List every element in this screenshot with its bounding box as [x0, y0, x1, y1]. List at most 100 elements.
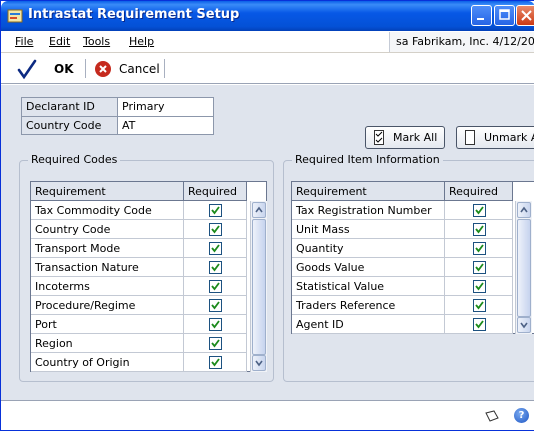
menu-edit[interactable]: Edit	[49, 35, 70, 48]
required-checkbox[interactable]	[209, 242, 222, 255]
declarant-id-label: Declarant ID	[22, 98, 118, 116]
required-checkbox[interactable]	[209, 299, 222, 312]
table-row[interactable]: Tax Registration Number	[292, 201, 513, 220]
required-checkbox[interactable]	[209, 356, 222, 369]
close-button[interactable]	[516, 5, 534, 26]
required-cell	[184, 239, 247, 257]
table-row[interactable]: Port	[31, 315, 247, 334]
table-row[interactable]: Transaction Nature	[31, 258, 247, 277]
col-header-requirement[interactable]: Requirement	[292, 182, 445, 200]
required-codes-grid[interactable]: Requirement Required Tax Commodity Code C…	[30, 181, 267, 372]
required-cell	[184, 353, 247, 371]
country-code-label: Country Code	[22, 117, 118, 134]
country-code-value: AT	[118, 117, 213, 134]
window-title: Intrastat Requirement Setup	[28, 7, 240, 22]
menu-help[interactable]: Help	[129, 35, 154, 48]
required-checkbox[interactable]	[209, 280, 222, 293]
table-row[interactable]: Region	[31, 334, 247, 353]
cancel-button[interactable]: Cancel	[95, 58, 161, 80]
required-cell	[445, 296, 513, 314]
required-checkbox[interactable]	[209, 204, 222, 217]
scroll-down-button[interactable]	[252, 355, 266, 371]
required-codes-title: Required Codes	[28, 153, 121, 166]
table-row[interactable]: Incoterms	[31, 277, 247, 296]
required-checkbox[interactable]	[209, 318, 222, 331]
menu-file[interactable]: File	[15, 35, 33, 48]
required-cell	[445, 277, 513, 295]
requirement-name: Country of Origin	[31, 353, 184, 371]
required-items-title: Required Item Information	[292, 153, 443, 166]
requirement-name: Unit Mass	[292, 220, 445, 238]
table-row[interactable]: Goods Value	[292, 258, 513, 277]
required-cell	[184, 258, 247, 276]
col-header-required[interactable]: Required	[184, 182, 247, 200]
table-row[interactable]: Transport Mode	[31, 239, 247, 258]
required-checkbox[interactable]	[473, 261, 486, 274]
user-company-date: sa Fabrikam, Inc. 4/12/2017	[389, 32, 534, 52]
required-checkbox[interactable]	[473, 299, 486, 312]
table-row[interactable]: Traders Reference	[292, 296, 513, 315]
table-row[interactable]: Country of Origin	[31, 353, 247, 372]
scroll-thumb[interactable]	[517, 219, 531, 317]
requirement-name: Transaction Nature	[31, 258, 184, 276]
requirement-name: Incoterms	[31, 277, 184, 295]
requirement-name: Port	[31, 315, 184, 333]
col-header-requirement[interactable]: Requirement	[31, 182, 184, 200]
required-items-grid[interactable]: Requirement Required Tax Registration Nu…	[291, 181, 534, 334]
required-checkbox[interactable]	[209, 261, 222, 274]
required-checkbox[interactable]	[473, 318, 486, 331]
requirement-name: Agent ID	[292, 315, 445, 333]
mark-all-label: Mark All	[393, 131, 438, 144]
required-checkbox[interactable]	[473, 242, 486, 255]
vertical-scrollbar[interactable]	[250, 201, 267, 372]
chevron-up-icon	[520, 206, 528, 213]
col-header-required[interactable]: Required	[445, 182, 513, 200]
table-row[interactable]: Agent ID	[292, 315, 513, 334]
table-row[interactable]: Procedure/Regime	[31, 296, 247, 315]
scroll-up-button[interactable]	[252, 202, 266, 218]
required-checkbox[interactable]	[473, 280, 486, 293]
scroll-up-button[interactable]	[517, 202, 531, 218]
required-checkbox[interactable]	[473, 223, 486, 236]
note-icon[interactable]	[485, 410, 499, 422]
vertical-scrollbar[interactable]	[515, 201, 532, 334]
required-cell	[445, 315, 513, 333]
requirement-name: Transport Mode	[31, 239, 184, 257]
table-row[interactable]: Quantity	[292, 239, 513, 258]
required-cell	[184, 277, 247, 295]
required-checkbox[interactable]	[209, 337, 222, 350]
minimize-button[interactable]	[471, 5, 492, 26]
table-row[interactable]: Statistical Value	[292, 277, 513, 296]
table-row[interactable]: Tax Commodity Code	[31, 201, 247, 220]
toolbar-separator	[164, 59, 165, 78]
scroll-down-button[interactable]	[517, 317, 531, 333]
mark-all-icon	[374, 130, 384, 145]
required-cell	[184, 220, 247, 238]
chevron-down-icon	[520, 322, 528, 329]
required-cell	[184, 296, 247, 314]
chevron-up-icon	[255, 206, 263, 213]
grid-header: Requirement Required	[31, 182, 247, 201]
required-cell	[445, 239, 513, 257]
table-row[interactable]: Country Code	[31, 220, 247, 239]
required-cell	[445, 258, 513, 276]
help-icon[interactable]: ?	[514, 408, 529, 423]
declarant-info: Declarant ID Primary Country Code AT	[21, 97, 214, 135]
required-checkbox[interactable]	[209, 223, 222, 236]
app-icon	[7, 9, 23, 23]
mark-all-button[interactable]: Mark All	[365, 126, 445, 149]
maximize-button[interactable]	[494, 5, 515, 26]
title-bar[interactable]: Intrastat Requirement Setup	[1, 1, 534, 31]
required-checkbox[interactable]	[473, 204, 486, 217]
chevron-down-icon	[255, 360, 263, 367]
requirement-name: Tax Registration Number	[292, 201, 445, 219]
table-row[interactable]: Unit Mass	[292, 220, 513, 239]
required-cell	[184, 315, 247, 333]
ok-label: OK	[54, 62, 74, 76]
menu-tools[interactable]: Tools	[83, 35, 110, 48]
ok-button[interactable]: OK	[17, 58, 83, 80]
required-cell	[184, 201, 247, 219]
grid-header: Requirement Required	[292, 182, 513, 201]
unmark-all-button[interactable]: Unmark All	[456, 126, 534, 149]
scroll-thumb[interactable]	[252, 219, 266, 355]
